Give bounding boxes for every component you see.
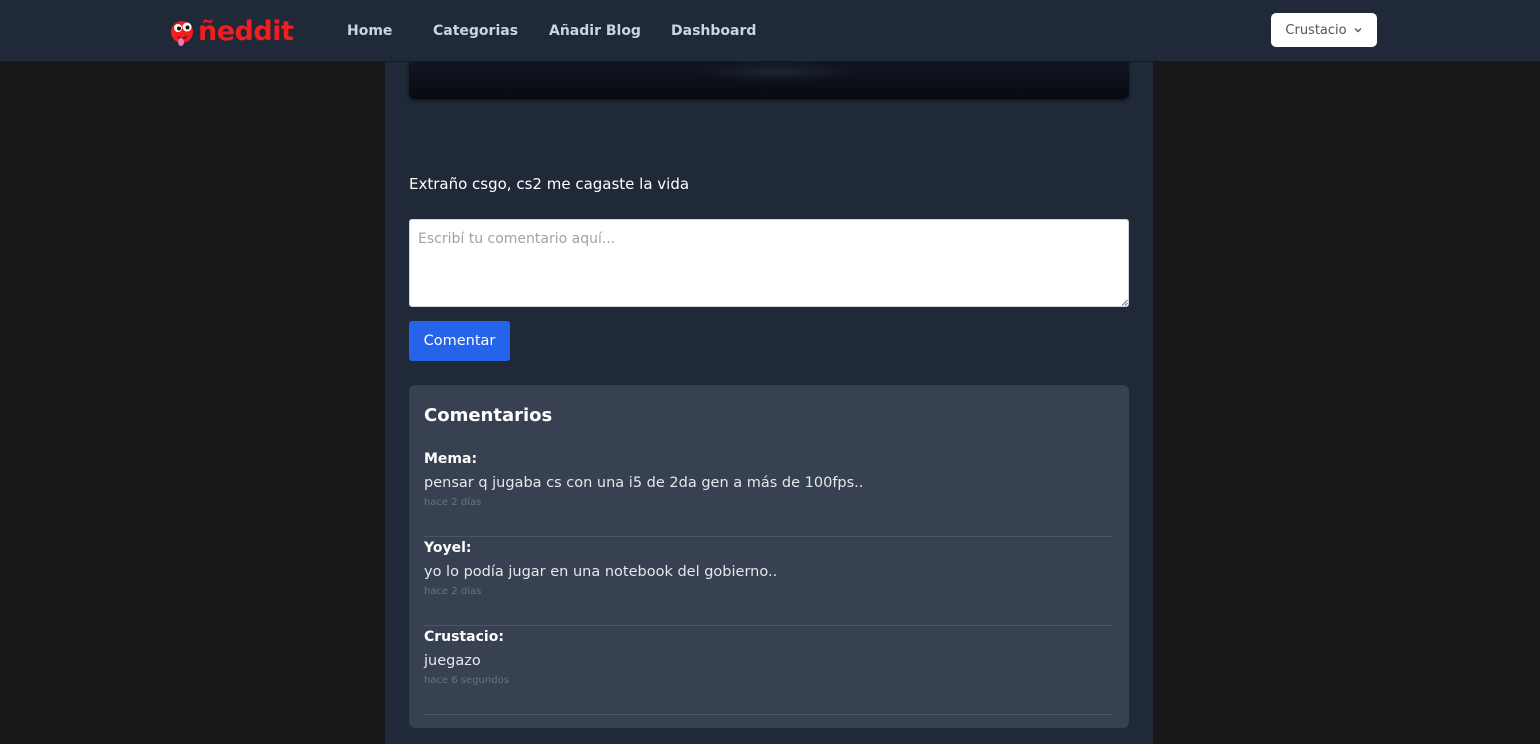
brand-name: ñeddit [198, 16, 294, 47]
chevron-down-icon [1354, 28, 1362, 33]
post-column: Extraño csgo, cs2 me cagaste la vida Com… [385, 62, 1153, 744]
comment-timestamp: hace 6 segundos [424, 675, 509, 686]
post-image-glow [697, 62, 857, 82]
comment-author: Mema: [424, 451, 478, 467]
comment-author: Crustacio: [424, 629, 504, 645]
resize-grip-icon[interactable] [1121, 299, 1128, 306]
comment-item: Yoyel: yo lo podía jugar en una notebook… [424, 537, 1113, 626]
comment-timestamp: hace 2 días [424, 586, 482, 597]
brand-logo[interactable]: ñeddit [170, 15, 294, 49]
comment-item: Crustacio: juegazo hace 6 segundos [424, 626, 1113, 715]
comment-timestamp: hace 2 días [424, 497, 482, 508]
comment-author: Yoyel: [424, 540, 472, 556]
nav-link-dashboard[interactable]: Dashboard [671, 22, 756, 40]
nav-link-home[interactable]: Home [347, 22, 392, 40]
user-menu-button[interactable]: Crustacio [1271, 13, 1377, 47]
logo-face-icon [171, 21, 193, 46]
user-menu-label: Crustacio [1285, 22, 1347, 38]
post-body-text: Extraño csgo, cs2 me cagaste la vida [409, 175, 690, 193]
comment-item: Mema: pensar q jugaba cs con una i5 de 2… [424, 448, 1113, 537]
comment-text: pensar q jugaba cs con una i5 de 2da gen… [424, 475, 864, 491]
top-navbar: ñeddit Home Categorias Añadir Blog Dashb… [0, 0, 1540, 62]
post-image [409, 62, 1129, 99]
comment-text: juegazo [424, 653, 481, 669]
comments-panel: Comentarios Mema: pensar q jugaba cs con… [409, 385, 1129, 728]
nav-link-anadir-blog[interactable]: Añadir Blog [549, 22, 641, 40]
comments-title: Comentarios [424, 405, 553, 426]
nav-link-categorias[interactable]: Categorias [433, 22, 518, 40]
comment-input[interactable] [409, 219, 1129, 307]
comment-submit-button[interactable]: Comentar [409, 321, 510, 361]
comment-text: yo lo podía jugar en una notebook del go… [424, 564, 778, 580]
